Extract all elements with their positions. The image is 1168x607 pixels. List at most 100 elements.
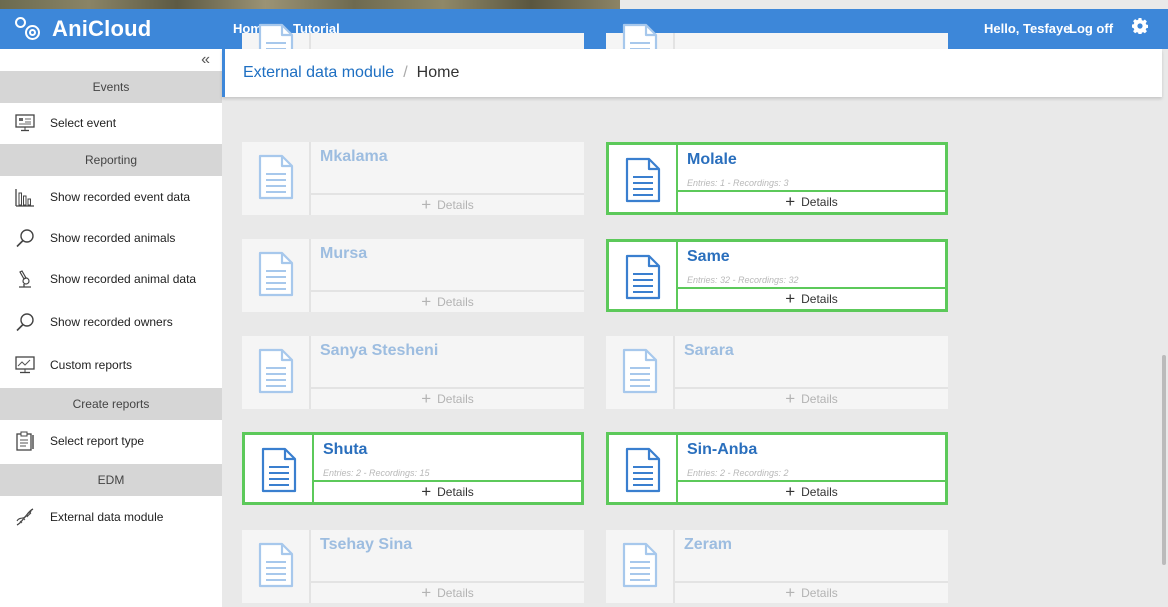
details-button[interactable]: + Details [675,387,948,409]
card-title[interactable]: Mursa [320,245,367,263]
collapse-sidebar-button[interactable]: « [201,51,210,69]
sidebar-item-owners[interactable]: Show recorded owners [0,302,222,342]
search-icon [14,227,36,249]
details-button[interactable]: + Details [311,387,584,409]
card-title[interactable]: Sarara [684,342,734,360]
details-button[interactable]: + Details [311,193,584,215]
location-card[interactable]: Zeram + Details [606,530,948,603]
microscope-icon [14,268,36,290]
sidebar-item-external-data[interactable]: External data module [0,497,222,537]
plus-icon: + [421,195,432,214]
details-button[interactable]: + Details [675,581,948,603]
sidebar-item-label: Show recorded animal data [50,272,197,286]
details-label: Details [437,586,474,600]
details-label: Details [801,392,838,406]
breadcrumb-separator: / [403,64,408,81]
details-button[interactable]: + Details [311,290,584,312]
breadcrumb-current: Home [416,64,460,81]
section-edm: EDM [0,464,222,496]
logoff-link[interactable]: Log off [1069,9,1113,49]
location-card[interactable]: Tsehay Sina + Details [242,530,584,603]
document-icon [625,157,661,203]
location-card[interactable]: Sin-Anba Entries: 2 - Recordings: 2 + Detai… [606,432,948,505]
sidebar-item-label: Select report type [50,434,145,448]
gear-icon[interactable] [1132,18,1148,34]
brand[interactable]: AniCloud [14,9,151,49]
details-button[interactable]: + Details [678,190,945,212]
details-button[interactable]: + Details [678,287,945,309]
plus-icon: + [421,389,432,408]
section-events: Events [0,71,222,103]
sidebar: « Events Select event Reporting Show rec… [0,49,222,607]
card-title[interactable]: Molale [687,151,737,169]
sidebar-item-animal-data[interactable]: Show recorded animal data [0,259,222,299]
details-label: Details [437,295,474,309]
location-card[interactable]: Same Entries: 32 - Recordings: 32 + Details [606,239,948,312]
location-card[interactable]: Mkalama + Details [242,142,584,215]
card-title[interactable]: Sin-Anba [687,441,757,459]
sidebar-item-custom-reports[interactable]: Custom reports [0,345,222,385]
plus-icon: + [785,192,796,211]
logo-icon [14,16,40,42]
sidebar-item-label: Show recorded animals [50,231,176,245]
location-card[interactable]: Sarara + Details [606,336,948,409]
sidebar-item-event-data[interactable]: Show recorded event data [0,177,222,217]
bar-chart-icon [14,186,36,208]
sidebar-item-label: Show recorded owners [50,315,173,329]
report-screen-icon [14,354,36,376]
search-icon [14,311,36,333]
plus-icon: + [785,289,796,308]
document-icon [258,542,294,588]
sidebar-item-label: Custom reports [50,358,133,372]
clipboard-icon [14,430,36,452]
sidebar-item-select-event[interactable]: Select event [0,103,222,143]
card-title[interactable]: Same [687,248,730,266]
location-card[interactable]: Mursa + Details [242,239,584,312]
top-navbar: AniCloud Home Tutorial Hello, Tesfaye Lo… [0,9,1168,49]
user-greeting-link[interactable]: Hello, Tesfaye [984,9,1070,49]
document-icon [261,447,297,493]
card-title[interactable]: Zeram [684,536,732,554]
details-label: Details [801,195,838,209]
details-button[interactable]: + Details [311,581,584,603]
location-card[interactable]: Shuta Entries: 2 - Recordings: 15 + Details [242,432,584,505]
details-label: Details [801,485,838,499]
card-title[interactable]: Tsehay Sina [320,536,412,554]
card-title[interactable]: Sanya Stesheni [320,342,438,360]
card-title[interactable]: Shuta [323,441,367,459]
sidebar-item-label: Show recorded event data [50,190,191,204]
document-icon [258,251,294,297]
sidebar-item-animals[interactable]: Show recorded animals [0,218,222,258]
plus-icon: + [785,482,796,501]
plus-icon: + [421,482,432,501]
details-button[interactable]: + Details [314,480,581,502]
section-create-reports: Create reports [0,388,222,420]
scrollbar[interactable] [1162,355,1166,565]
details-label: Details [437,198,474,212]
details-label: Details [801,586,838,600]
document-icon [258,348,294,394]
monitor-icon [14,112,36,134]
location-card[interactable]: Molale Entries: 1 - Recordings: 3 + Details [606,142,948,215]
sidebar-item-report-type[interactable]: Select report type [0,421,222,461]
plus-icon: + [421,583,432,602]
plus-icon: + [785,583,796,602]
plus-icon: + [421,292,432,311]
location-card[interactable]: Sanya Stesheni + Details [242,336,584,409]
details-label: Details [801,292,838,306]
banner-photo [0,0,620,9]
app-name: AniCloud [52,16,152,41]
card-stats: Entries: 32 - Recordings: 32 [687,275,799,285]
document-icon [625,447,661,493]
dna-icon [14,506,36,528]
card-title[interactable]: Mkalama [320,148,388,166]
sidebar-item-label: Select event [50,116,117,130]
sidebar-item-label: External data module [50,510,164,524]
document-icon [622,348,658,394]
details-button[interactable]: + Details [678,480,945,502]
breadcrumb: External data module / Home [222,49,1162,97]
plus-icon: + [785,389,796,408]
breadcrumb-parent-link[interactable]: External data module [243,64,394,82]
details-label: Details [437,392,474,406]
details-label: Details [437,485,474,499]
